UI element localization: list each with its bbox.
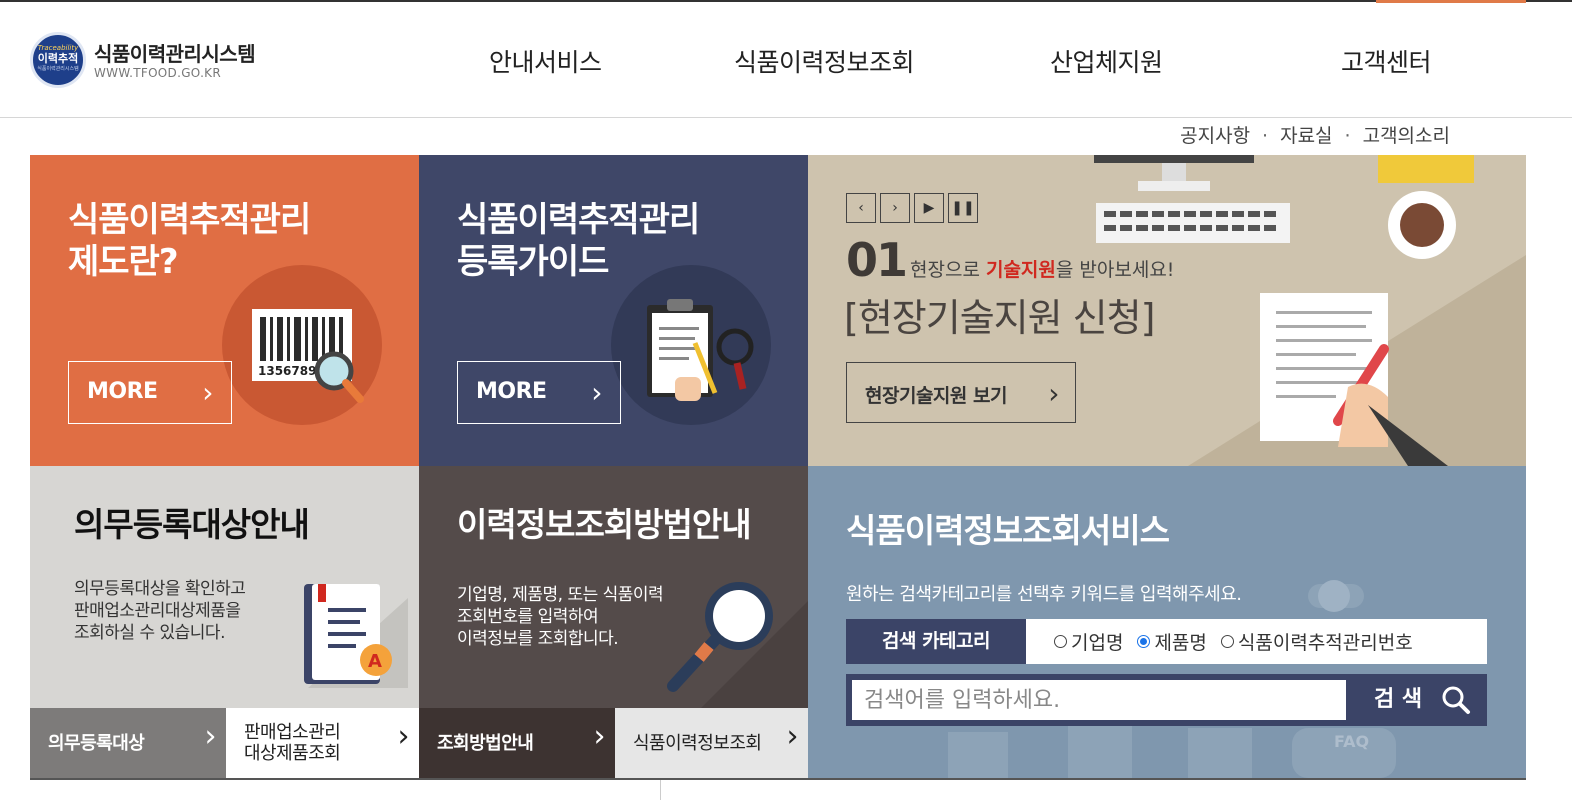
panel-search-service: FAQ 식품이력정보조회서비스 원하는 검색카테고리를 선택후 키워드를 입력해… <box>808 466 1526 778</box>
panel-title-line1: 식품이력추적관리 <box>457 200 700 240</box>
footer-divider <box>30 778 1526 780</box>
chevron-right-icon: › <box>591 376 602 409</box>
label-line: 대상제품조회 <box>244 743 341 764</box>
search-category-row: 검색 카테고리 기업명 제품명 식품이력추적관리번호 <box>846 619 1487 664</box>
radio-label: 식품이력추적관리번호 <box>1237 632 1413 654</box>
next-icon[interactable]: › <box>880 193 910 223</box>
desc-line: 판매업소관리대상제품을 <box>74 601 241 621</box>
search-input[interactable] <box>852 680 1346 720</box>
slide-sub-prefix: 현장으로 <box>910 259 986 281</box>
radio-product-name[interactable]: 제품명 <box>1137 628 1207 655</box>
chevron-right-icon: › <box>786 719 799 754</box>
tech-support-view-button[interactable]: 현장기술지원 보기 › <box>846 362 1076 423</box>
panel-title-line1: 식품이력추적관리 <box>68 200 311 240</box>
panel-description: 의무등록대상을 확인하고 판매업소관리대상제품을 조회하실 수 있습니다. <box>74 578 246 644</box>
nav-industry-support[interactable]: 산업체지원 <box>1050 43 1163 79</box>
lookup-method-button[interactable]: 조회방법안내 › <box>419 708 615 778</box>
sub-button-label: 판매업소관리 대상제품조회 <box>244 722 341 764</box>
util-separator: · <box>1344 125 1351 147</box>
footer-tick <box>660 780 661 800</box>
util-notice-link[interactable]: 공지사항 <box>1180 125 1250 147</box>
sub-button-label: 조회방법안내 <box>437 732 534 754</box>
food-trace-lookup-button[interactable]: 식품이력정보조회 › <box>615 708 808 778</box>
mandatory-registration-button[interactable]: 의무등록대상 › <box>30 708 226 778</box>
radio-label: 제품명 <box>1154 632 1207 654</box>
panel-title: 의무등록대상안내 <box>74 505 310 544</box>
barcode-number: 1356789 <box>258 364 316 378</box>
clipboard-illustration <box>611 265 771 425</box>
search-icon <box>1442 686 1470 714</box>
panel-title: 이력정보조회방법안내 <box>457 505 752 544</box>
util-feedback-link[interactable]: 고객의소리 <box>1363 125 1450 147</box>
slider-controls: ‹ › ▶ ❚❚ <box>846 193 982 223</box>
util-archive-link[interactable]: 자료실 <box>1280 125 1332 147</box>
logo-emblem-top: Traceability <box>37 44 79 52</box>
radio-trace-number[interactable]: 식품이력추적관리번호 <box>1220 628 1413 655</box>
radio-company-name[interactable]: 기업명 <box>1054 628 1123 655</box>
panel-tech-support-slider: ‹ › ▶ ❚❚ 01 현장으로 기술지원을 받아보세요! [현장기술지원 신청] 현… <box>808 155 1526 466</box>
desc-line: 기업명, 제품명, 또는 식품이력 <box>457 585 664 605</box>
more-label: MORE <box>476 379 547 404</box>
nav-food-trace-lookup[interactable]: 식품이력정보조회 <box>734 43 915 79</box>
site-url: WWW.TFOOD.GO.KR <box>94 66 221 80</box>
chevron-right-icon: › <box>202 376 213 409</box>
slide-subtitle: 현장으로 기술지원을 받아보세요! <box>910 255 1174 282</box>
radio-indicator[interactable] <box>1220 635 1234 648</box>
search-button-label: 검 색 <box>1374 687 1423 712</box>
panel-title: 식품이력정보조회서비스 <box>846 511 1170 550</box>
nav-guide-service[interactable]: 안내서비스 <box>489 43 602 79</box>
slide-sub-suffix: 을 받아보세요! <box>1055 259 1175 281</box>
chevron-right-icon: › <box>1048 377 1059 410</box>
site-header: Traceability 이력추적 식품이력관리시스템 식품이력관리시스템 WW… <box>0 2 1572 118</box>
slide-title: [현장기술지원 신청] <box>844 296 1155 340</box>
logo-emblem[interactable]: Traceability 이력추적 식품이력관리시스템 <box>30 32 86 88</box>
panel-lookup-method: 이력정보조회방법안내 기업명, 제품명, 또는 식품이력 조회번호를 입력하여 … <box>419 466 808 708</box>
chevron-right-icon: › <box>397 719 410 754</box>
search-bar: 검 색 <box>846 674 1487 726</box>
guide-more-button[interactable]: MORE › <box>457 361 621 424</box>
panel-description: 원하는 검색카테고리를 선택후 키워드를 입력해주세요. <box>846 584 1242 605</box>
magnifier-icon <box>667 582 808 708</box>
sub-button-label: 의무등록대상 <box>48 732 145 754</box>
panel-registration-guide: 식품이력추적관리 등록가이드 MORE › <box>419 155 808 466</box>
util-separator: · <box>1262 125 1269 147</box>
nav-customer-center[interactable]: 고객센터 <box>1341 43 1432 79</box>
more-label: MORE <box>87 379 158 404</box>
barcode-icon: 1356789 <box>252 309 364 403</box>
clipboard-icon <box>647 299 754 401</box>
slide-sub-highlight: 기술지원 <box>985 259 1056 281</box>
pause-icon[interactable]: ❚❚ <box>948 193 978 223</box>
chevron-right-icon: › <box>204 719 217 754</box>
slide-number: 01 <box>846 233 908 287</box>
logo-emblem-main: 이력추적 <box>37 52 79 65</box>
util-links: 공지사항 · 자료실 · 고객의소리 <box>1180 121 1450 148</box>
desc-line: 이력정보를 조회합니다. <box>457 629 619 649</box>
play-icon[interactable]: ▶ <box>914 193 944 223</box>
chevron-right-icon: › <box>593 719 606 754</box>
barcode-illustration: 1356789 <box>222 265 382 425</box>
svg-text:A: A <box>368 651 382 672</box>
site-title[interactable]: 식품이력관리시스템 <box>94 38 256 67</box>
sub-button-label: 식품이력정보조회 <box>633 732 762 754</box>
system-more-button[interactable]: MORE › <box>68 361 232 424</box>
faq-bubble-label: FAQ <box>1334 732 1369 751</box>
desc-line: 의무등록대상을 확인하고 <box>74 579 246 599</box>
document-icon: A <box>304 584 408 688</box>
panel-system-intro: 식품이력추적관리 제도란? 1356789 MORE › <box>30 155 419 466</box>
radio-label: 기업명 <box>1071 632 1124 654</box>
radio-indicator[interactable] <box>1137 635 1151 648</box>
panel-description: 기업명, 제품명, 또는 식품이력 조회번호를 입력하여 이력정보를 조회합니다… <box>457 584 664 650</box>
slide-button-label: 현장기술지원 보기 <box>865 385 1007 407</box>
search-category-label: 검색 카테고리 <box>846 619 1026 664</box>
label-line: 판매업소관리 <box>244 722 341 743</box>
panel-mandatory-registration: 의무등록대상안내 의무등록대상을 확인하고 판매업소관리대상제품을 조회하실 수… <box>30 466 419 708</box>
store-product-lookup-button[interactable]: 판매업소관리 대상제품조회 › <box>226 708 419 778</box>
desc-line: 조회번호를 입력하여 <box>457 607 599 627</box>
desc-line: 조회하실 수 있습니다. <box>74 623 225 643</box>
radio-indicator[interactable] <box>1054 635 1067 648</box>
prev-icon[interactable]: ‹ <box>846 193 876 223</box>
search-button[interactable]: 검 색 <box>1356 674 1487 726</box>
logo-emblem-bottom: 식품이력관리시스템 <box>37 66 79 72</box>
